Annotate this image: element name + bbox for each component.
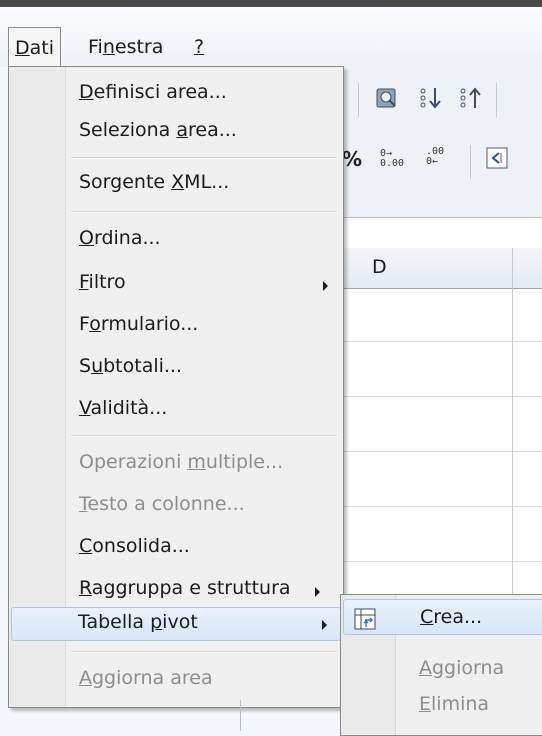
window-top-border [0, 0, 542, 7]
menu-item-formulario[interactable]: Formulario... [11, 309, 341, 343]
menu-help-mnemonic: ? [194, 36, 205, 58]
menu-item-label: Consolida... [79, 535, 190, 557]
menu-item-label: Seleziona area... [79, 119, 237, 141]
menu-item-label: Filtro [79, 271, 126, 293]
menu-finestra-label-pre: Fi [88, 36, 103, 58]
toolbar-separator [470, 145, 471, 179]
column-header-d[interactable]: D [372, 256, 387, 278]
menu-item-label: Aggiorna area [79, 667, 213, 689]
menu-item-sorgente-xml[interactable]: Sorgente XML... [11, 167, 341, 201]
menu-item-validita[interactable]: Validità... [11, 393, 341, 427]
menu-separator [71, 157, 337, 159]
menu-help[interactable]: ? [188, 29, 210, 65]
sort-ascending-icon[interactable] [418, 85, 446, 116]
menu-item-subtotali[interactable]: Subtotali... [11, 351, 341, 385]
menu-separator [71, 211, 337, 213]
percent-format-button[interactable]: % [342, 147, 362, 171]
menu-separator [71, 651, 337, 653]
menu-dati-mnemonic: D [15, 37, 30, 59]
menu-dati[interactable]: Dati [8, 27, 62, 70]
menu-item-aggiorna-area: Aggiorna area [11, 663, 341, 697]
menu-item-tabella-pivot[interactable]: Tabella pivot [11, 607, 341, 641]
menu-item-label: Validità... [79, 397, 168, 419]
pane-divider [240, 700, 241, 731]
submenu-item-crea[interactable]: Crea... [343, 599, 542, 635]
chevron-right-icon [323, 281, 328, 291]
navigator-icon[interactable] [374, 85, 400, 116]
toolbar: % 0→ 0.00 .00 0← [340, 67, 542, 217]
menu-item-operazioni-multiple: Operazioni multiple... [11, 447, 341, 481]
menu-item-label: Subtotali... [79, 355, 183, 377]
submenu-item-label: Elimina [419, 693, 490, 715]
sort-descending-icon[interactable] [458, 85, 486, 116]
menu-finestra-mnemonic: n [102, 36, 115, 58]
menu-item-label: Sorgente XML... [79, 171, 230, 193]
dati-dropdown-menu: Definisci area... Seleziona area... Sorg… [8, 66, 344, 708]
menu-bar: Dati Finestra ? [0, 7, 542, 70]
menu-finestra[interactable]: Finestra [82, 29, 169, 65]
menu-item-seleziona-area[interactable]: Seleziona area... [11, 115, 341, 149]
submenu-item-label: Aggiorna [419, 657, 505, 679]
menu-item-definisci-area[interactable]: Definisci area... [11, 77, 341, 111]
menu-item-ordina[interactable]: Ordina... [11, 223, 341, 257]
formula-bar[interactable] [340, 217, 542, 249]
menu-item-label: Testo a colonne... [79, 493, 245, 515]
decrease-indent-icon[interactable] [486, 147, 508, 173]
menu-item-label: Raggruppa e struttura [79, 577, 291, 599]
column-divider [512, 248, 513, 648]
menu-item-raggruppa-e-struttura[interactable]: Raggruppa e struttura [11, 573, 341, 607]
submenu-item-elimina: Elimina [343, 687, 542, 723]
submenu-item-label: Crea... [420, 606, 483, 628]
add-decimal-button[interactable]: 0→ 0.00 [380, 149, 404, 169]
toolbar-separator [496, 83, 497, 117]
menu-item-label: Ordina... [79, 227, 161, 249]
remove-decimal-button[interactable]: .00 0← [426, 147, 444, 167]
pivot-table-icon [354, 608, 376, 630]
menu-item-label: Operazioni multiple... [79, 451, 284, 473]
menu-item-testo-a-colonne: Testo a colonne... [11, 489, 341, 523]
chevron-right-icon [315, 587, 320, 597]
menu-separator [71, 435, 337, 437]
chevron-right-icon [322, 620, 327, 630]
menu-item-label: Tabella pivot [78, 611, 198, 633]
add-decimal-label: 0.00 [380, 158, 405, 169]
menu-item-label: Definisci area... [79, 81, 227, 103]
menu-item-filtro[interactable]: Filtro [11, 267, 341, 301]
menu-item-consolida[interactable]: Consolida... [11, 531, 341, 565]
tabella-pivot-submenu: Crea... Aggiorna Elimina [340, 594, 542, 736]
toolbar-separator [358, 83, 359, 117]
submenu-item-aggiorna: Aggiorna [343, 651, 542, 687]
menu-dati-label-post: ati [29, 37, 55, 59]
menu-finestra-label-post: estra [114, 36, 164, 58]
menu-item-label: Formulario... [79, 313, 199, 335]
